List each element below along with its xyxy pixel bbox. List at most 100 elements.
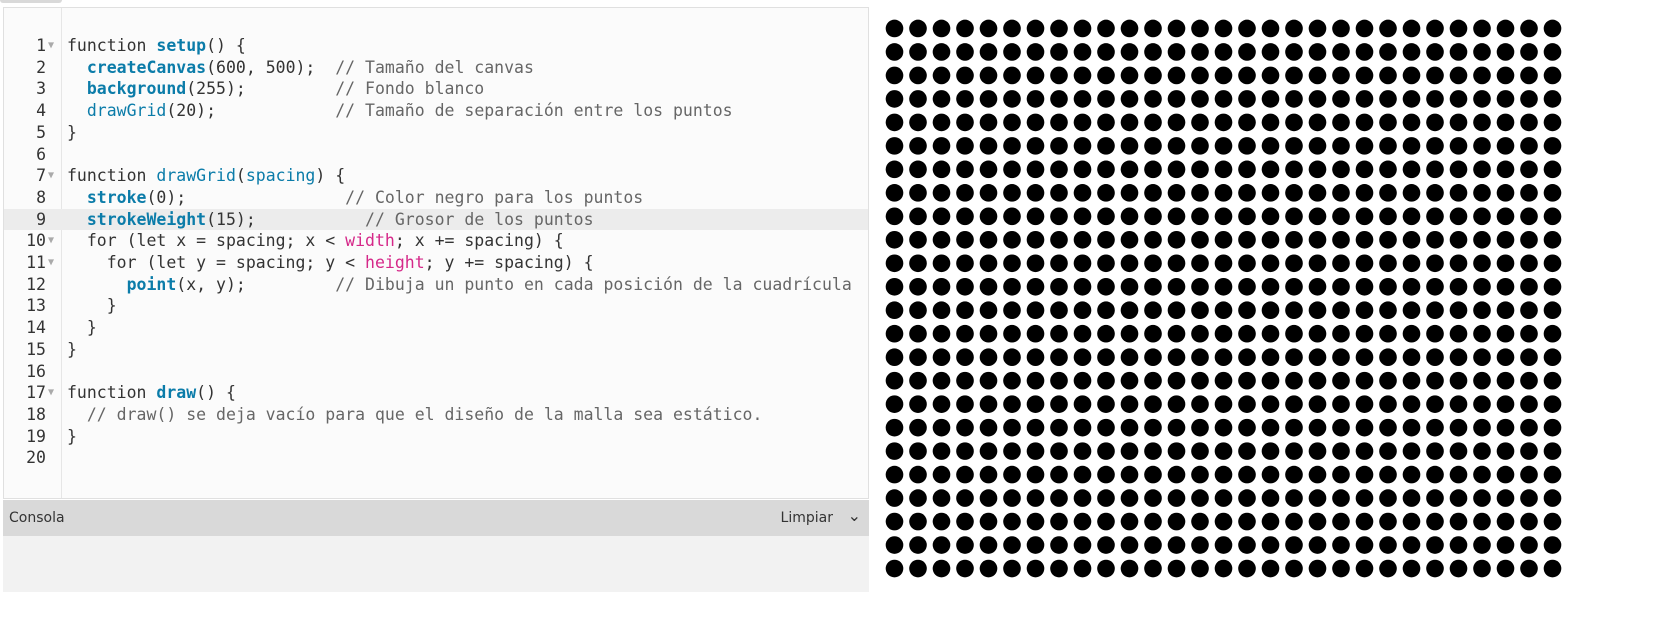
grid-dot: [1473, 254, 1491, 273]
code-line[interactable]: 1 ▼ function setup() {: [4, 35, 868, 57]
grid-dot: [932, 301, 951, 320]
code-line[interactable]: 10 ▼ for (let x = spacing; x < width; x +…: [4, 230, 868, 252]
grid-dot: [1355, 301, 1374, 320]
grid-dot: [1120, 19, 1139, 38]
grid-dot: [1402, 254, 1421, 273]
grid-dot: [1473, 536, 1491, 554]
grid-dot: [1496, 536, 1515, 554]
grid-dot: [1050, 418, 1068, 437]
grid-dot: [1191, 43, 1209, 61]
fold-arrow-icon[interactable]: ▼: [48, 382, 54, 404]
editor-tab[interactable]: [0, 0, 62, 3]
code-line[interactable]: 19}: [4, 426, 868, 448]
grid-dot: [1308, 90, 1327, 108]
grid-dot: [1073, 442, 1092, 460]
code-line[interactable]: 3 background(255); // Fondo blanco: [4, 78, 868, 100]
code-line[interactable]: 8 stroke(0); // Color negro para los pun…: [4, 187, 868, 209]
code-line[interactable]: 5}: [4, 122, 868, 144]
grid-dot: [909, 184, 927, 202]
grid-dot: [909, 536, 927, 554]
grid-dot: [1261, 489, 1280, 507]
grid-dot: [1191, 371, 1209, 390]
code-line[interactable]: 12 point(x, y); // Dibuja un punto en ca…: [4, 274, 868, 296]
grid-dot: [1144, 230, 1162, 249]
grid-dot: [1050, 348, 1068, 367]
fold-arrow-icon[interactable]: ▼: [48, 165, 54, 187]
code-line[interactable]: 16: [4, 361, 868, 383]
grid-dot: [1050, 324, 1068, 343]
grid-dot: [1473, 184, 1491, 202]
grid-dot: [1167, 207, 1186, 226]
code-line[interactable]: 7 ▼ function drawGrid(spacing) {: [4, 165, 868, 187]
code-line[interactable]: 11 ▼ for (let y = spacing; y < height; y …: [4, 252, 868, 274]
grid-dot: [1379, 66, 1397, 85]
grid-dot: [1332, 536, 1350, 554]
code-line[interactable]: 17 ▼ function draw() {: [4, 382, 868, 404]
grid-dot: [1402, 536, 1421, 554]
grid-dot: [1191, 184, 1209, 202]
fold-arrow-icon[interactable]: ▼: [48, 230, 54, 252]
grid-dot: [909, 489, 927, 507]
code-token: }: [67, 296, 117, 316]
grid-dot: [1167, 418, 1186, 437]
grid-dot: [1379, 395, 1397, 413]
grid-dot: [1496, 137, 1515, 155]
grid-dot: [1026, 395, 1045, 413]
grid-dot: [1073, 207, 1092, 226]
code-token: (15);: [206, 209, 366, 229]
grid-dot: [885, 465, 904, 484]
code-line[interactable]: 15}: [4, 339, 868, 361]
grid-dot: [1026, 66, 1045, 85]
fold-arrow-icon[interactable]: ▼: [48, 35, 54, 57]
grid-dot: [1050, 559, 1068, 578]
grid-dot: [1332, 43, 1350, 61]
grid-dot: [1285, 301, 1303, 320]
code-line[interactable]: 18 // draw() se deja vacío para que el d…: [4, 404, 868, 426]
grid-dot: [1449, 90, 1468, 108]
grid-dot: [909, 43, 927, 61]
code-line[interactable]: 20: [4, 447, 868, 469]
code-token: // Color negro para los puntos: [345, 187, 644, 207]
grid-dot: [1426, 371, 1444, 390]
code-editor[interactable]: 1 ▼ function setup() {2 createCanvas(600, …: [3, 7, 869, 499]
grid-dot: [1426, 512, 1444, 531]
grid-dot: [1003, 465, 1021, 484]
grid-dot: [1449, 465, 1468, 484]
code-line[interactable]: 2 createCanvas(600, 500); // Tamaño del …: [4, 57, 868, 79]
grid-dot: [1496, 66, 1515, 85]
clear-console-button[interactable]: Limpiar: [781, 510, 833, 526]
line-number: 20: [26, 448, 46, 468]
grid-dot: [1426, 90, 1444, 108]
grid-dot: [1026, 90, 1045, 108]
code-line[interactable]: 13 }: [4, 295, 868, 317]
code-text: drawGrid(20); // Tamaño de separación en…: [67, 100, 862, 122]
fold-arrow-icon[interactable]: ▼: [48, 252, 54, 274]
code-line[interactable]: 6: [4, 144, 868, 166]
grid-dot: [1167, 19, 1186, 38]
code-token: (0);: [146, 187, 346, 207]
grid-dot: [1120, 43, 1139, 61]
code-line[interactable]: 4 drawGrid(20); // Tamaño de separación …: [4, 100, 868, 122]
grid-dot: [909, 465, 927, 484]
grid-dot: [1097, 230, 1115, 249]
grid-dot: [1050, 395, 1068, 413]
grid-dot: [932, 348, 951, 367]
grid-dot: [1285, 324, 1303, 343]
grid-dot: [1285, 254, 1303, 273]
grid-dot: [1379, 348, 1397, 367]
grid-dot: [1144, 536, 1162, 554]
code-line[interactable]: 14 }: [4, 317, 868, 339]
grid-dot: [1402, 184, 1421, 202]
grid-dot: [885, 113, 904, 132]
grid-dot: [1097, 19, 1115, 38]
grid-dot: [1261, 301, 1280, 320]
grid-dot: [1261, 113, 1280, 132]
grid-dot: [1473, 559, 1491, 578]
grid-dot: [1543, 465, 1562, 484]
code-line[interactable]: 9 strokeWeight(15); // Grosor de los pun…: [4, 208, 868, 231]
chevron-down-icon[interactable]: ⌄: [848, 506, 861, 525]
grid-dot: [1332, 418, 1350, 437]
grid-dot: [1543, 348, 1562, 367]
grid-dot: [1355, 184, 1374, 202]
grid-dot: [1379, 512, 1397, 531]
